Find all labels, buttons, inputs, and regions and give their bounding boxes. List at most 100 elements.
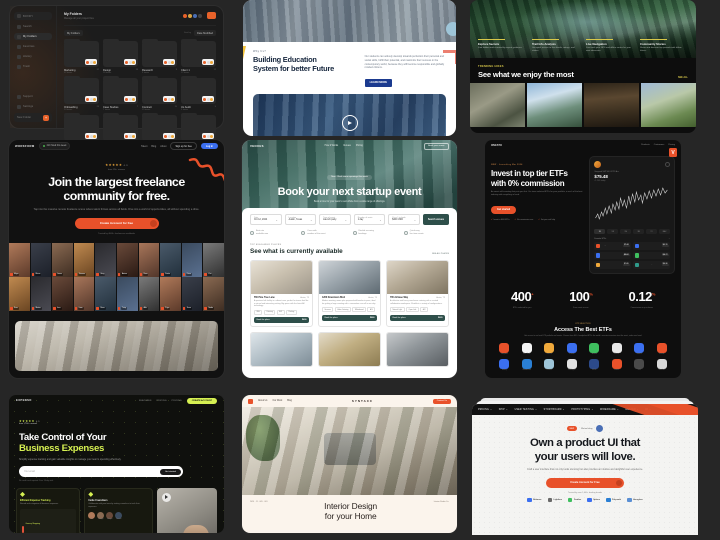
talent-photo[interactable]: Jonas	[52, 242, 73, 277]
timeframe-button[interactable]: 3M	[633, 229, 645, 234]
book-button[interactable]: Book the place $400	[254, 317, 309, 324]
venue-card[interactable]: 765 Airbase Way Austin, TX A collective an…	[386, 259, 449, 328]
logo[interactable]: WORKFORM	[15, 144, 35, 148]
gallery-cell-freelance[interactable]: WORKFORM 210 hired this week Talent Blog…	[0, 140, 233, 395]
talent-photo[interactable]: Simone	[73, 242, 95, 277]
talent-photo[interactable]: Nadia	[203, 276, 224, 311]
nav-link-customers[interactable]: Customers	[654, 144, 665, 146]
folder-item[interactable]: Marketing 32 32 items	[64, 38, 99, 74]
business-expenses-mockup[interactable]: EXPENSO FEATURES PRICING PRICING CREATE …	[9, 395, 224, 533]
more-icon[interactable]: ⌄	[668, 238, 670, 240]
venue-card[interactable]	[386, 332, 449, 368]
file-manager-dashboard-mockup[interactable]: BOXIFY Search My Folders Favorites Histo…	[10, 6, 223, 140]
talent-photo[interactable]: Elena	[30, 242, 52, 277]
nav-link-how-it-works[interactable]: How it Works	[325, 145, 339, 147]
new-folder-button[interactable]: New Folder +	[14, 113, 52, 122]
provider-logo[interactable]: Direxion	[653, 343, 672, 355]
learn-more-button[interactable]: LEARN MORE	[364, 78, 393, 87]
talent-photo[interactable]: Noor	[138, 242, 160, 277]
provider-logo[interactable]: SPDR	[585, 359, 604, 371]
hero-video[interactable]	[253, 94, 446, 136]
talent-photo[interactable]: Tariq	[116, 276, 138, 311]
signup-button[interactable]: Sign up for free	[170, 142, 197, 150]
sidebar-item-history[interactable]: History	[14, 53, 52, 60]
provider-logo[interactable]: iShares	[608, 343, 627, 355]
photo-thumb[interactable]	[470, 83, 525, 127]
talent-photo[interactable]: Priya	[160, 276, 181, 311]
search-field[interactable]: Price 1 to book $400 USD ⌄	[388, 214, 420, 225]
logo[interactable]: SYNTAXX	[352, 399, 373, 403]
play-icon[interactable]	[161, 492, 171, 502]
venue-card[interactable]: 1280 Downtown Blvd Austin, TX Modern meeti…	[318, 259, 381, 328]
timeframe-selector[interactable]: 1D 1W 1M 3M 1Y MAX	[594, 229, 670, 234]
gallery-cell-product-ui[interactable]: PRICING SHIP USER TESTING STORYBOARD PROTOTY…	[466, 395, 700, 540]
photo-thumb[interactable]	[584, 83, 639, 127]
sidebar-item-support[interactable]: Support	[14, 93, 52, 100]
nav-link-products[interactable]: Products	[641, 144, 650, 146]
provider-logo[interactable]: Xtrackers	[653, 359, 672, 371]
favorite-etf-item[interactable]: Invesco Nasdaq 100 $96.30	[633, 261, 670, 269]
provider-logo[interactable]: Invesco	[540, 343, 559, 355]
freelance-community-mockup[interactable]: WORKFORM 210 hired this week Talent Blog…	[9, 140, 224, 378]
folder-item[interactable]: Design 18 18 items	[103, 38, 138, 74]
venue-card[interactable]	[318, 332, 381, 368]
talent-photo[interactable]: Greg	[95, 242, 116, 277]
talent-photo[interactable]: Rosa	[95, 276, 116, 311]
search-field[interactable]: Number of seats 1 day ⌄	[353, 214, 386, 225]
menu-icon[interactable]	[248, 398, 253, 404]
talent-photo[interactable]: Dante	[160, 242, 181, 277]
timeframe-button[interactable]: 1Y	[646, 229, 658, 234]
folder-item[interactable]: Archive66 items	[181, 112, 216, 140]
email-field[interactable]: Your email	[24, 471, 35, 473]
talent-photo[interactable]: Sven	[181, 276, 203, 311]
talent-photo[interactable]: Amina	[116, 242, 138, 277]
submit-button[interactable]: Get started	[159, 468, 181, 475]
hiring-badge-row[interactable]: NEW We are hiring	[482, 425, 688, 432]
photo-thumb[interactable]	[641, 83, 696, 127]
nav-link-blog[interactable]: Blog	[287, 400, 292, 402]
sort-control[interactable]: Sort by Date Modified	[184, 30, 216, 36]
see-all-link[interactable]: SEE ALL	[678, 76, 688, 79]
startup-event-booking-mockup[interactable]: VENUES How it Works Venues Pricing Book …	[242, 140, 457, 378]
talent-photo[interactable]: Liam	[73, 276, 95, 311]
sidebar-brand[interactable]: BOXIFY	[14, 12, 52, 20]
coworker-avatar[interactable]: Georgie	[97, 511, 105, 520]
nav-link-talent[interactable]: Talent	[141, 145, 147, 148]
timeframe-button[interactable]: 1D	[594, 229, 606, 234]
sidebar-item-trash[interactable]: Trash	[14, 63, 52, 70]
gallery-cell-etf[interactable]: INVESTO Products Customers Pricing NEW ·…	[466, 140, 700, 395]
create-account-button[interactable]: Create Account for Free	[546, 477, 624, 488]
feature-card-tracking[interactable]: Efficient Expense Tracking Record and ca…	[16, 487, 81, 533]
folder-item[interactable]: Ux Audit 5 5 items	[181, 75, 216, 111]
nav-item-user-testing[interactable]: USER TESTING	[515, 409, 537, 411]
favorite-etf-item[interactable]: iShares Core MSCI $62.19	[633, 242, 670, 250]
venue-card[interactable]	[250, 332, 313, 368]
nav-link-venues[interactable]: Venues	[343, 145, 351, 147]
feature-column[interactable]: Live Navigation Live track your GPS and o…	[586, 39, 634, 53]
provider-logo[interactable]: UBS	[630, 359, 649, 371]
folder-item[interactable]: Contract 15 15 items	[142, 75, 177, 111]
provider-logo[interactable]: Vanguard	[495, 343, 514, 355]
browser-window[interactable]: PRICING SHIP USER TESTING STORYBOARD PROTOTY…	[472, 404, 698, 535]
nav-item-pricing[interactable]: PRICING	[478, 409, 492, 411]
provider-logo[interactable]: First Trust	[518, 343, 537, 355]
talent-photo[interactable]: Sara	[9, 276, 30, 311]
search-icon[interactable]	[665, 162, 670, 167]
collaborator-avatars[interactable]	[182, 12, 216, 19]
gallery-cell-expenses[interactable]: EXPENSO FEATURES PRICING PRICING CREATE …	[0, 395, 233, 540]
favorite-etf-item[interactable]: Amundi Prime Global $34.77	[633, 251, 670, 259]
get-started-button[interactable]: Get started	[491, 205, 517, 214]
timeframe-button[interactable]: 1W	[607, 229, 619, 234]
talent-photo[interactable]: Zuri	[203, 242, 224, 277]
gallery-cell-education[interactable]: Why Us? Building Education System for be…	[233, 0, 466, 140]
see-all-link[interactable]: SEE ALL PLACES	[432, 253, 449, 255]
nav-item-prototyping[interactable]: PROTOTYPING	[571, 409, 593, 411]
nav-item-ship[interactable]: SHIP	[499, 409, 508, 411]
nav-item-storyboard[interactable]: STORYBOARD	[544, 409, 565, 411]
create-account-button[interactable]: CREATE ACCOUNT	[186, 397, 217, 404]
feature-column[interactable]: Trail Info Analysis Get quick access to l…	[532, 39, 580, 53]
gallery-cell-event-booking[interactable]: VENUES How it Works Venues Pricing Book …	[233, 140, 466, 395]
gallery-cell-file-manager[interactable]: BOXIFY Search My Folders Favorites Histo…	[0, 0, 233, 140]
search-field[interactable]: Type of event Launch party ⌄	[319, 214, 351, 225]
demo-video-card[interactable]	[156, 487, 217, 533]
